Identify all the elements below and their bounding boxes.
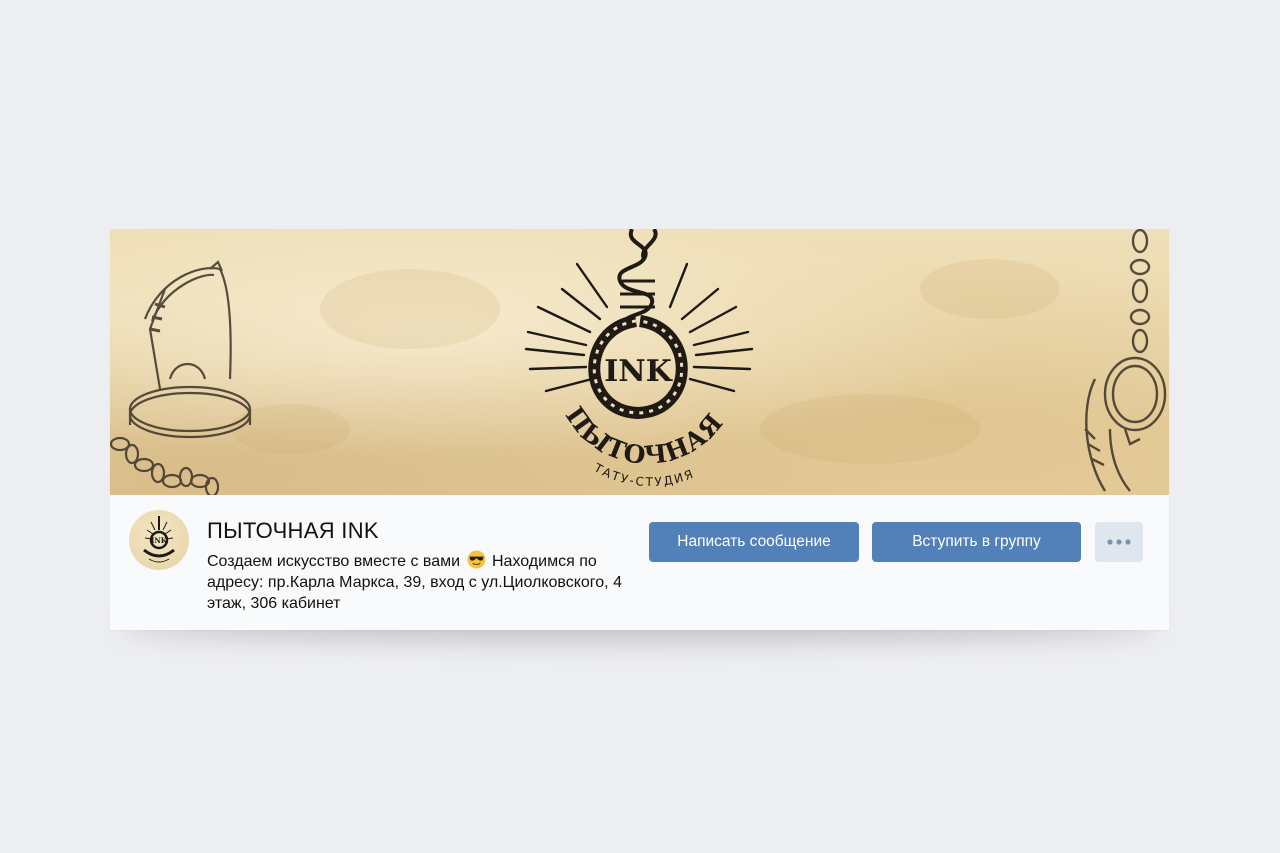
group-status: Создаем искусство вместе с вами Находимс… (207, 550, 637, 614)
logo-letters: INK (604, 354, 672, 389)
shackle-illustration (1084, 229, 1167, 492)
group-name: ПЫТОЧНАЯ INK (207, 518, 379, 543)
svg-text:INK: INK (151, 536, 168, 545)
avatar[interactable]: INK (129, 510, 189, 570)
more-actions-button[interactable] (1095, 522, 1143, 562)
harness-illustration (128, 260, 252, 439)
cover-image: INK ПЫТОЧНАЯ ТАТУ-СТУДИЯ (110, 229, 1169, 495)
sunglasses-emoji-icon (467, 550, 486, 569)
write-message-button[interactable]: Написать сообщение (649, 522, 859, 562)
status-text-part1: Создаем искусство вместе с вами (207, 553, 461, 570)
group-header-card: INK ПЫТОЧНАЯ ТАТУ-СТУДИЯ INK ПЫТОЧНАЯ IN… (110, 229, 1169, 630)
avatar-logo-icon: INK (143, 516, 175, 563)
chain-illustration (110, 436, 220, 495)
group-profile-bar: INK ПЫТОЧНАЯ INK Создаем искусство вмест… (110, 495, 1169, 630)
cover-illustration: INK ПЫТОЧНАЯ ТАТУ-СТУДИЯ (110, 229, 1167, 495)
join-group-button[interactable]: Вступить в группу (872, 522, 1081, 562)
more-dots-icon (1107, 539, 1131, 545)
